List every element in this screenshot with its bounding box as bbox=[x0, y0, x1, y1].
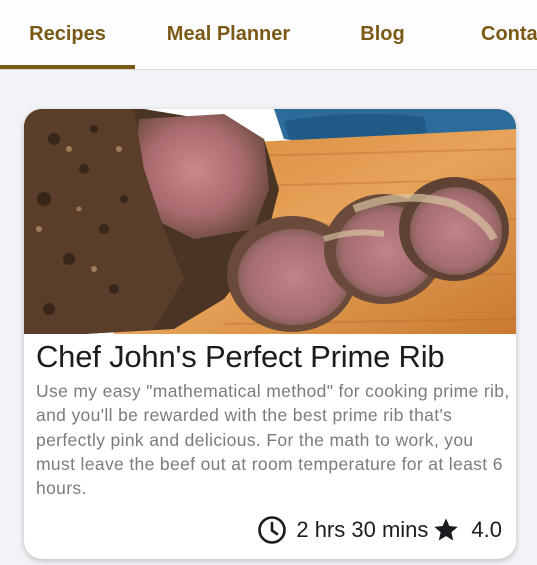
rating-value: 4.0 bbox=[471, 517, 502, 542]
tab-contact[interactable]: Conta bbox=[470, 0, 537, 69]
selected-tab-indicator bbox=[0, 65, 135, 69]
recipe-meta: 2 hrs 30 mins 4.0 bbox=[257, 515, 502, 545]
cook-time: 2 hrs 30 mins bbox=[296, 517, 429, 542]
recipe-title: Chef John's Perfect Prime Rib bbox=[36, 339, 445, 374]
tab-blog[interactable]: Blog bbox=[335, 0, 430, 69]
star-icon bbox=[434, 518, 459, 541]
clock-icon bbox=[258, 516, 287, 544]
tab-recipes[interactable]: Recipes bbox=[0, 0, 135, 69]
tab-meal-planner[interactable]: Meal Planner bbox=[150, 0, 307, 69]
top-tab-bar: Recipes Meal Planner Blog Conta bbox=[0, 0, 537, 70]
recipe-card[interactable]: Chef John's Perfect Prime Rib Use my eas… bbox=[24, 109, 516, 559]
recipe-photo bbox=[24, 109, 516, 334]
recipe-description: Use my easy "mathematical method" for co… bbox=[36, 381, 510, 499]
